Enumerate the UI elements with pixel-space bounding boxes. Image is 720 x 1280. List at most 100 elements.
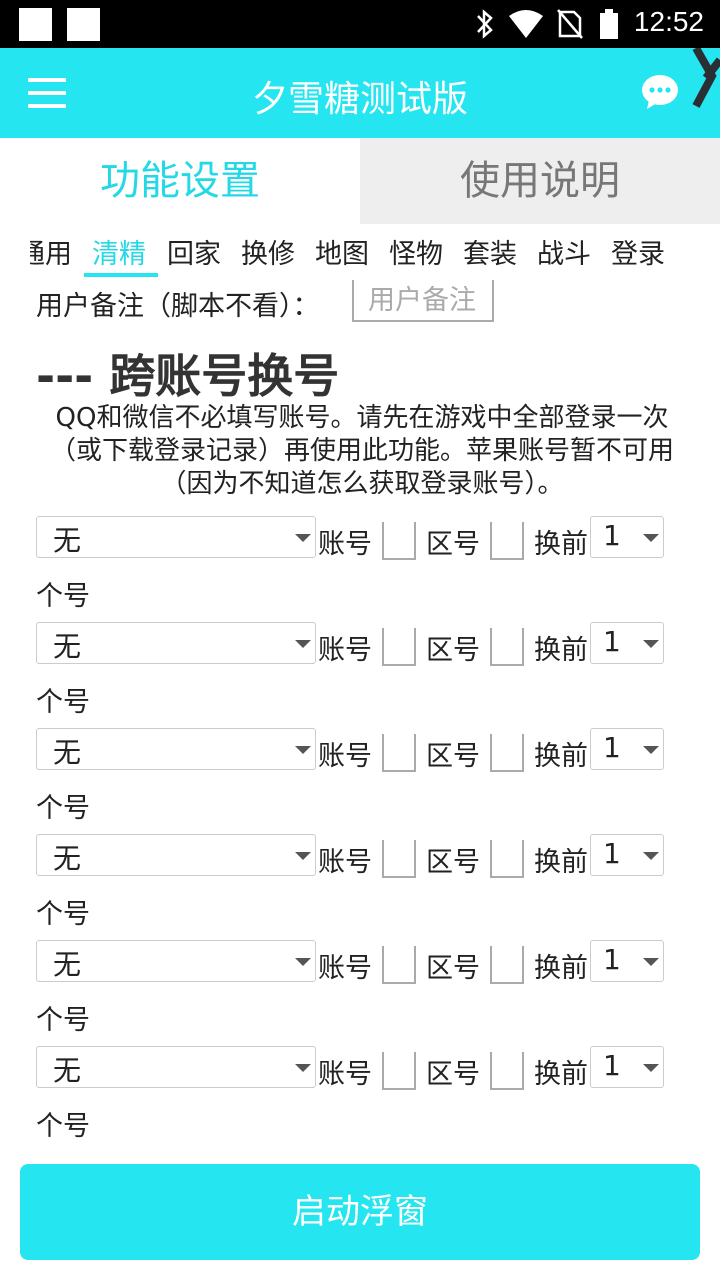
before-label: 换前 [534,1059,588,1090]
count-select-value: 1 [603,943,621,976]
active-tab-indicator [84,273,158,277]
remark-label: 用户备注（脚本不看）： [36,291,320,322]
count-select-value: 1 [603,1049,621,1082]
subnav-item-battle[interactable]: 战斗 [537,232,591,271]
account-input[interactable] [382,840,416,878]
no-sim-icon [557,9,583,39]
wifi-icon [509,10,543,38]
start-floating-window-button[interactable]: 启动浮窗 [20,1164,700,1260]
account-select[interactable]: 无 [36,622,316,664]
status-bar: 12:52 [0,0,720,48]
chevron-down-icon [295,746,311,754]
account-label: 账号 [318,1059,372,1090]
account-select[interactable]: 无 [36,834,316,876]
subnav-item-general[interactable]: 通用 [30,232,72,271]
zone-input[interactable] [490,628,524,666]
count-select[interactable]: 1 [590,622,664,664]
zone-label: 区号 [426,1059,480,1090]
account-input[interactable] [382,522,416,560]
account-select-value: 无 [53,948,82,981]
row-tail-label: 个号 [36,687,90,718]
account-select[interactable]: 无 [36,728,316,770]
tab-function-settings[interactable]: 功能设置 [0,138,360,224]
account-select[interactable]: 无 [36,940,316,982]
before-label: 换前 [534,635,588,666]
remark-input[interactable] [352,280,494,322]
chevron-down-icon [643,958,659,966]
account-label: 账号 [318,529,372,560]
battery-icon [600,9,618,39]
chat-icon[interactable] [641,74,679,110]
section-description: QQ和微信不必填写账号。请先在游戏中全部登录一次（或下载登录记录）再使用此功能。… [49,403,674,499]
chevron-down-icon [643,640,659,648]
before-label: 换前 [534,529,588,560]
chevron-down-icon [643,1064,659,1072]
zone-label: 区号 [426,529,480,560]
chevron-down-icon [295,640,311,648]
account-row: 无 账号 区号 换前 1 个号 [0,940,720,1046]
account-input[interactable] [382,946,416,984]
account-label: 账号 [318,953,372,984]
account-select-value: 无 [53,630,82,663]
zone-input[interactable] [490,946,524,984]
account-row: 无 账号 区号 换前 1 个号 [0,622,720,728]
account-select[interactable]: 无 [36,516,316,558]
zone-label: 区号 [426,953,480,984]
account-select-value: 无 [53,736,82,769]
account-row: 无 账号 区号 换前 1 个号 [0,728,720,834]
chevron-down-icon [295,1064,311,1072]
account-label: 账号 [318,847,372,878]
chevron-down-icon [643,852,659,860]
count-select[interactable]: 1 [590,834,664,876]
count-select[interactable]: 1 [590,940,664,982]
account-select-value: 无 [53,842,82,875]
subnav-item-monster[interactable]: 怪物 [389,232,443,271]
count-select[interactable]: 1 [590,728,664,770]
subnav-item-login[interactable]: 登录 [611,232,665,271]
subnav-item-map[interactable]: 地图 [315,232,369,271]
account-input[interactable] [382,628,416,666]
section-heading: --- 跨账号换号 [36,349,340,403]
row-tail-label: 个号 [36,793,90,824]
account-label: 账号 [318,635,372,666]
account-row: 无 账号 区号 换前 1 个号 [0,1046,720,1152]
before-label: 换前 [534,953,588,984]
zone-input[interactable] [490,1052,524,1090]
zone-label: 区号 [426,847,480,878]
subnav-item-home[interactable]: 回家 [167,232,221,271]
account-row: 无 账号 区号 换前 1 个号 [0,834,720,940]
clock: 12:52 [633,6,704,37]
before-label: 换前 [534,847,588,878]
zone-input[interactable] [490,734,524,772]
account-input[interactable] [382,734,416,772]
bluetooth-icon [477,9,493,39]
chevron-down-icon [295,958,311,966]
chevron-down-icon [643,534,659,542]
count-select-value: 1 [603,731,621,764]
count-select-value: 1 [603,837,621,870]
chevron-down-icon [295,852,311,860]
zone-input[interactable] [490,840,524,878]
account-input[interactable] [382,1052,416,1090]
notification-icon [19,8,52,41]
zone-label: 区号 [426,741,480,772]
app-bar: 夕雪糖测试版 [0,48,720,138]
zone-label: 区号 [426,635,480,666]
row-tail-label: 个号 [36,1111,90,1142]
subnav-item-clean[interactable]: 清精 [92,232,146,271]
account-row: 无 账号 区号 换前 1 个号 [0,516,720,622]
zone-input[interactable] [490,522,524,560]
tab-instructions[interactable]: 使用说明 [360,138,720,224]
subnav-item-equipment-set[interactable]: 套装 [463,232,517,271]
account-select-value: 无 [53,1054,82,1087]
count-select[interactable]: 1 [590,516,664,558]
row-tail-label: 个号 [36,899,90,930]
account-select[interactable]: 无 [36,1046,316,1088]
subnav-item-repair[interactable]: 换修 [241,232,295,271]
app-title: 夕雪糖测试版 [251,79,468,120]
account-label: 账号 [318,741,372,772]
row-tail-label: 个号 [36,581,90,612]
count-select-value: 1 [603,625,621,658]
close-icon[interactable] [686,48,720,118]
count-select[interactable]: 1 [590,1046,664,1088]
